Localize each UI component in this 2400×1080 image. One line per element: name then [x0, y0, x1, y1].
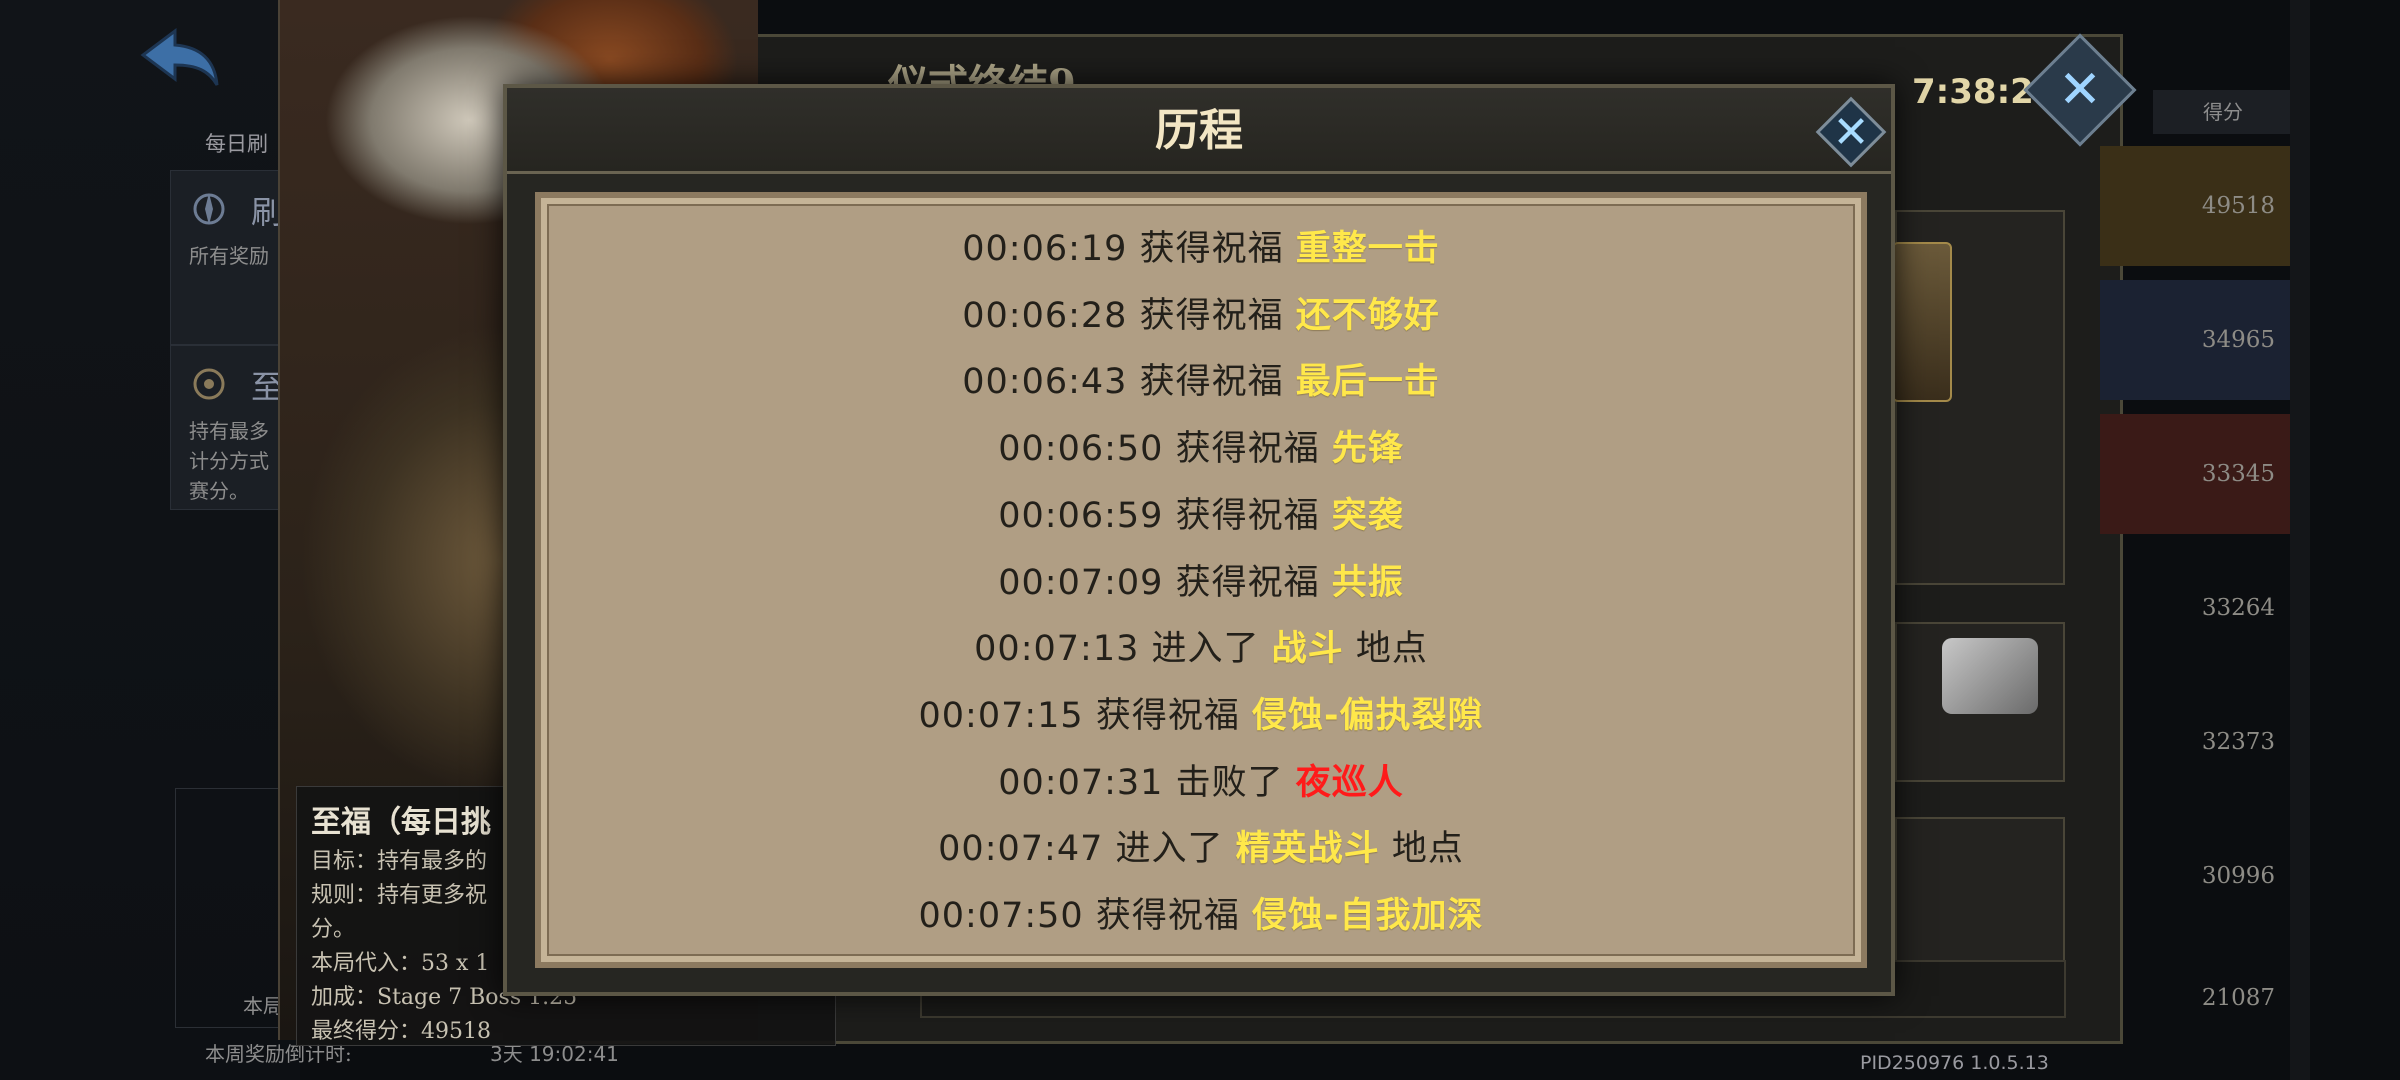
close-x-icon: ✕ — [1832, 106, 1870, 158]
log-entry-action: 进入了 — [1151, 629, 1260, 670]
log-entry: 00:07:09 获得祝福 共振 — [541, 554, 1861, 605]
score-value: 30996 — [2201, 863, 2275, 889]
back-button[interactable] — [130, 18, 230, 98]
mode-card-2-desc: 持有最多 计分方式 赛分。 — [189, 416, 269, 506]
log-entry-target: 还不够好 — [1295, 295, 1440, 336]
history-log[interactable]: 00:06:19 获得祝福 重整一击 00:06:28 获得祝福 还不够好 00:0… — [535, 192, 1867, 968]
tooltip-line: 本局代入：53 x 1 — [311, 951, 490, 976]
log-entry: 00:07:15 获得祝福 侵蚀-偏执裂隙 — [541, 687, 1861, 738]
log-entry-time: 00:07:50 — [918, 896, 1084, 936]
log-entry-time: 00:06:59 — [998, 495, 1164, 536]
log-entry-action: 击败了 — [1175, 762, 1284, 803]
score-row: 49518 — [2100, 146, 2295, 266]
mode-card-2-desc-line: 持有最多 — [189, 419, 269, 443]
log-entry-action: 进入了 — [1115, 829, 1224, 870]
log-entry-action: 获得祝福 — [1139, 295, 1284, 336]
target-icon — [193, 368, 225, 400]
log-entry-suffix: 地点 — [1391, 829, 1464, 870]
log-entry: 00:06:43 获得祝福 最后一击 — [541, 353, 1861, 404]
score-value: 34965 — [2201, 327, 2275, 353]
score-row: 33345 — [2100, 414, 2295, 534]
log-entry-time: 00:06:19 — [962, 229, 1128, 269]
tooltip-line: 规则：持有更多祝 — [311, 883, 488, 908]
log-entry: 00:06:28 获得祝福 还不够好 — [541, 287, 1861, 338]
log-entry-action: 获得祝福 — [1095, 695, 1240, 736]
log-entry: 00:07:31 击败了 夜巡人 — [541, 754, 1861, 805]
log-entry-action: 获得祝福 — [1095, 896, 1240, 936]
score-row: 21087 — [2100, 938, 2295, 1058]
mode-card-2-desc-line: 赛分。 — [189, 479, 249, 503]
daily-label: 每日刷 — [205, 132, 268, 156]
panel-close-button[interactable]: ✕ — [2040, 50, 2120, 130]
log-entry-target: 侵蚀-自我加深 — [1251, 896, 1484, 936]
log-entry-target: 最后一击 — [1295, 362, 1440, 403]
log-entry-time: 00:06:28 — [962, 295, 1128, 336]
log-entry-time: 00:07:13 — [974, 629, 1140, 670]
log-entry-time: 00:06:50 — [998, 429, 1164, 470]
right-edge — [2290, 0, 2310, 1080]
log-entry-action: 获得祝福 — [1175, 495, 1320, 536]
log-entry-time: 00:06:43 — [962, 362, 1128, 403]
log-entry-target: 夜巡人 — [1295, 762, 1404, 803]
log-entry-target: 先锋 — [1331, 429, 1404, 470]
score-row: 33264 — [2100, 548, 2295, 668]
log-entry-target: 战斗 — [1271, 629, 1344, 670]
score-row: 30996 — [2100, 816, 2295, 936]
log-entry-target: 重整一击 — [1295, 229, 1440, 269]
log-entry-target: 精英战斗 — [1235, 829, 1380, 870]
log-entry: 00:07:50 获得祝福 侵蚀-自我加深 — [541, 887, 1861, 938]
score-value: 49518 — [2201, 193, 2275, 219]
mode-card-1-desc: 所有奖励 — [189, 244, 269, 268]
log-entry: 00:06:50 获得祝福 先锋 — [541, 420, 1861, 471]
log-entry-target: 侵蚀-偏执裂隙 — [1251, 695, 1484, 736]
blessing-card-art — [1892, 242, 1952, 402]
log-entry-time: 00:07:09 — [998, 562, 1164, 603]
log-entry-target: 突袭 — [1331, 495, 1404, 536]
log-entry-target: 共振 — [1331, 562, 1404, 603]
log-entry-action: 获得祝福 — [1139, 362, 1284, 403]
log-entry-time: 00:07:31 — [998, 762, 1164, 803]
log-entry: 00:07:47 进入了 精英战斗 地点 — [541, 820, 1861, 871]
log-entry: 00:07:13 进入了 战斗 地点 — [541, 620, 1861, 671]
tooltip-line: 目标：持有最多的 — [311, 849, 488, 874]
score-value: 33345 — [2201, 461, 2275, 487]
compass-icon — [193, 193, 225, 225]
log-entry-action: 获得祝福 — [1175, 562, 1320, 603]
score-value: 33264 — [2201, 595, 2275, 621]
history-dialog: 历程 ✕ 00:06:19 获得祝福 重整一击 00:06:28 获得祝福 还不够… — [503, 84, 1895, 996]
log-entry-time: 00:07:15 — [918, 695, 1084, 736]
score-value: 32373 — [2201, 729, 2275, 755]
back-arrow-icon — [140, 28, 219, 86]
tooltip-title: 至福（每日挑 — [311, 805, 491, 840]
log-entry-action: 获得祝福 — [1139, 229, 1284, 269]
tooltip-line: 分。 — [311, 917, 356, 942]
log-entry: 00:06:59 获得祝福 突袭 — [541, 487, 1861, 538]
week-label: 本局 — [243, 994, 283, 1018]
score-row: 32373 — [2100, 682, 2295, 802]
build-id: PID250976 1.0.5.13 — [1860, 1052, 2049, 1074]
dialog-title: 历程 — [1155, 105, 1243, 156]
tooltip-line: 最终得分：49518 — [311, 1019, 491, 1044]
log-entry-time: 00:07:47 — [938, 829, 1104, 870]
score-row: 34965 — [2100, 280, 2295, 400]
relic-art — [1942, 638, 2038, 714]
log-entry-suffix: 地点 — [1355, 629, 1428, 670]
log-entry: 00:06:19 获得祝福 重整一击 — [541, 220, 1861, 271]
mode-card-2-desc-line: 计分方式 — [189, 449, 269, 473]
score-header: 得分 — [2153, 90, 2293, 134]
score-value: 21087 — [2201, 985, 2275, 1011]
dialog-close-button[interactable]: ✕ — [1815, 96, 1887, 168]
log-entry-action: 获得祝福 — [1175, 429, 1320, 470]
